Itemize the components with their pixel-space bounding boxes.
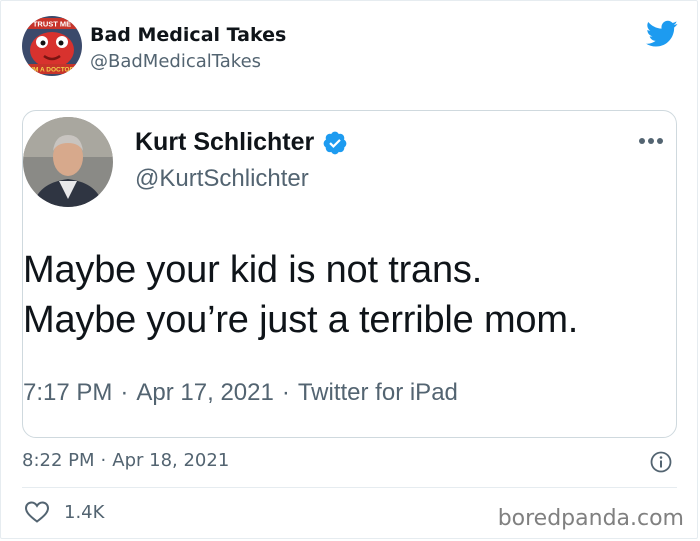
quoted-tweet-time[interactable]: 7:17 PM	[23, 379, 112, 406]
divider	[22, 487, 677, 488]
watermark: boredpanda.com	[497, 506, 684, 531]
tweet-date[interactable]: Apr 18, 2021	[112, 450, 229, 471]
tweet-timestamp[interactable]: 8:22 PM · Apr 18, 2021	[22, 450, 229, 471]
quoted-author-handle[interactable]: @KurtSchlichter	[135, 165, 309, 193]
verified-badge-icon	[323, 131, 347, 154]
quoted-tweet-source[interactable]: Twitter for iPad	[298, 379, 458, 406]
avatar-text-top: TRUST ME	[33, 20, 71, 29]
quoted-tweet-line-2: Maybe you’re just a terrible mom.	[23, 299, 579, 341]
info-icon[interactable]	[650, 451, 672, 473]
avatar-text-bottom: I'M A DOCTOR	[30, 67, 75, 74]
heart-icon[interactable]	[24, 500, 50, 524]
like-button[interactable]: 1.4K	[24, 500, 104, 524]
tweet-header: TRUST ME I'M A DOCTOR Bad Medical Takes …	[22, 16, 682, 80]
quoted-author-name-row[interactable]: Kurt Schlichter	[135, 128, 348, 157]
quoted-tweet[interactable]: Kurt Schlichter @KurtSchlichter Maybe yo…	[22, 110, 677, 438]
tweet-time[interactable]: 8:22 PM	[22, 450, 95, 471]
author-avatar[interactable]: TRUST ME I'M A DOCTOR	[22, 16, 82, 76]
quoted-tweet-meta: 7:17 PM · Apr 17, 2021 · Twitter for iPad	[23, 379, 458, 406]
author-name[interactable]: Bad Medical Takes	[90, 24, 286, 46]
author-handle[interactable]: @BadMedicalTakes	[90, 51, 261, 72]
twitter-bird-icon[interactable]	[646, 20, 678, 48]
more-options-icon[interactable]	[638, 137, 664, 145]
quoted-tweet-date[interactable]: Apr 17, 2021	[136, 379, 273, 406]
quoted-tweet-line-1: Maybe your kid is not trans.	[23, 249, 483, 291]
quoted-author-avatar[interactable]	[23, 117, 113, 207]
quoted-tweet-text: Maybe your kid is not trans. Maybe you’r…	[23, 245, 673, 345]
like-count: 1.4K	[64, 501, 105, 523]
quoted-author-name[interactable]: Kurt Schlichter	[135, 128, 314, 157]
